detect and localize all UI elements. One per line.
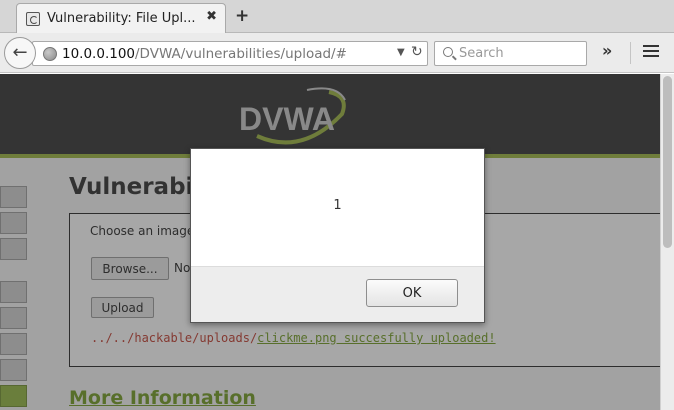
search-icon [443,47,453,57]
url-text[interactable]: 10.0.0.100/DVWA/vulnerabilities/upload/# [62,46,347,62]
overflow-chevron-icon[interactable]: » [602,41,612,60]
globe-icon [43,47,57,61]
url-dropdown-icon[interactable]: ▼ [397,47,405,58]
search-placeholder: Search [459,46,504,61]
dvwa-favicon-icon [26,12,40,26]
nav-bar: 10.0.0.100/DVWA/vulnerabilities/upload/#… [0,33,674,73]
tab-strip: Vulnerability: File Upl... ✖ + [0,0,674,34]
search-input[interactable]: Search [434,41,587,66]
url-bar[interactable]: 10.0.0.100/DVWA/vulnerabilities/upload/#… [32,41,428,66]
hamburger-menu-icon[interactable] [643,45,659,59]
scrollbar-thumb[interactable] [663,76,672,248]
back-button[interactable]: ← [4,37,36,69]
alert-footer: OK [191,266,484,322]
new-tab-icon[interactable]: + [235,6,249,26]
nav-divider [630,42,631,64]
page-scrollbar[interactable] [660,74,674,410]
browser-tab[interactable]: Vulnerability: File Upl... ✖ [16,3,226,34]
back-arrow-icon: ← [12,42,28,63]
alert-dialog: 1 OK [190,148,485,323]
reload-icon[interactable]: ↻ [411,44,423,60]
tab-title: Vulnerability: File Upl... [47,11,196,26]
ok-button[interactable]: OK [366,279,458,307]
alert-message: 1 [333,198,342,213]
tab-close-icon[interactable]: ✖ [206,9,217,24]
